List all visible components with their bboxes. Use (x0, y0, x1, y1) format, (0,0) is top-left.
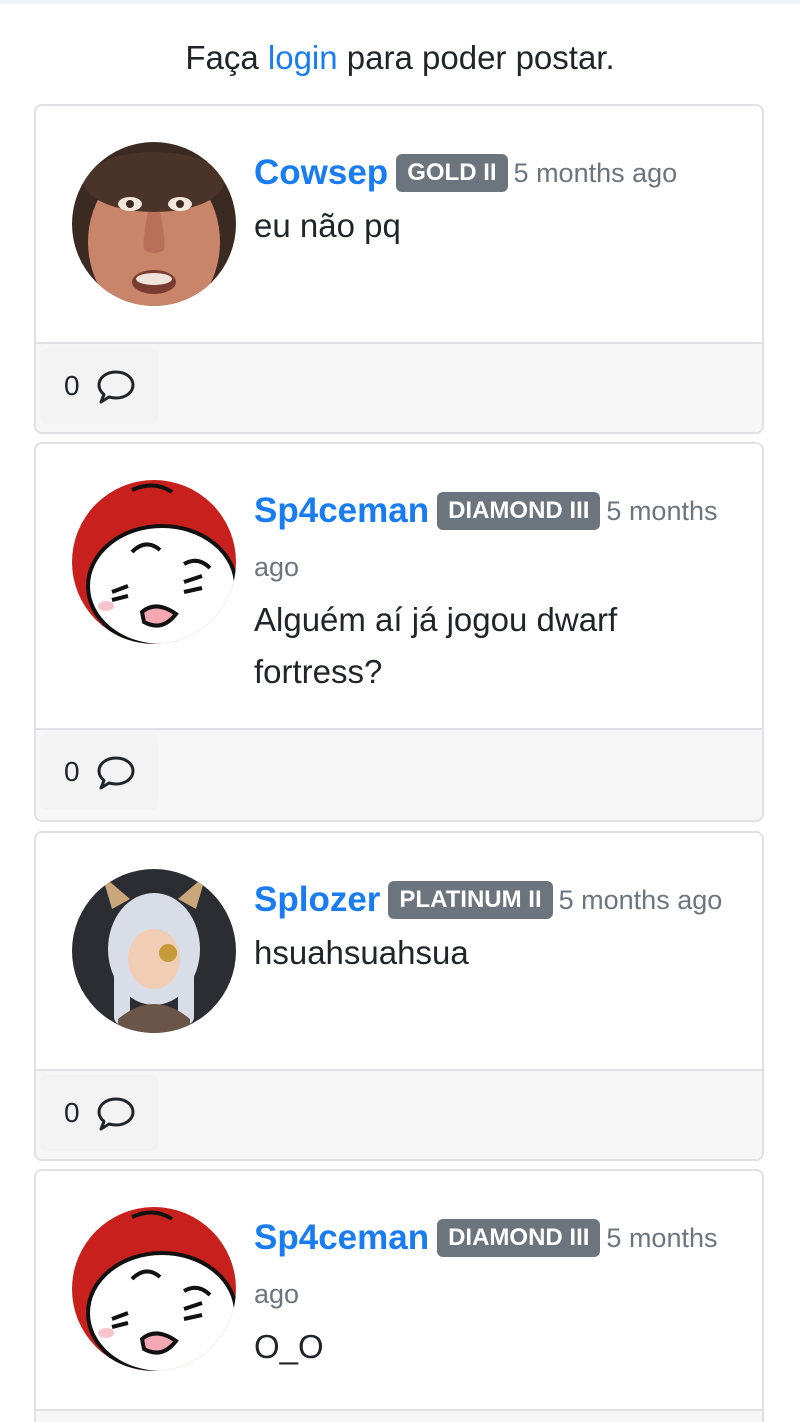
comment-count: 0 (64, 1097, 80, 1128)
username-link[interactable]: Sp4ceman (254, 491, 429, 530)
post-text: O_O (254, 1327, 324, 1365)
post-text: Alguém aí já jogou dwarf fortress? (254, 600, 618, 690)
login-link[interactable]: login (268, 39, 338, 76)
avatar[interactable] (72, 1207, 236, 1371)
avatar-cartoon-red-hood-icon (72, 480, 236, 644)
comments-button[interactable]: 0 (40, 734, 158, 810)
comment-count: 0 (64, 370, 80, 401)
comment-count: 0 (64, 756, 80, 787)
avatar-anime-character-icon (72, 869, 236, 1033)
avatar[interactable] (72, 142, 236, 306)
avatar-face-photo-icon (72, 142, 236, 306)
rank-badge: GOLD II (396, 153, 508, 192)
speech-bubble-icon (97, 756, 135, 790)
username-link[interactable]: Sp4ceman (254, 1218, 429, 1257)
top-bar (0, 0, 800, 4)
post-footer: 0 (36, 1069, 762, 1159)
post-body: Sp4ceman DIAMOND III 5 months ago Alguém a… (36, 444, 762, 732)
post-card: Sp4ceman DIAMOND III 5 months ago O_O (34, 1169, 764, 1422)
post-content: Sp4ceman DIAMOND III 5 months ago Alguém a… (254, 482, 724, 698)
post-body: Sp4ceman DIAMOND III 5 months ago O_O (36, 1171, 762, 1411)
username-link[interactable]: Splozer (254, 880, 380, 919)
login-prompt-text-after: para poder postar. (337, 39, 615, 76)
post-meta: Sp4ceman DIAMOND III 5 months ago (254, 482, 724, 594)
post-body: Splozer PLATINUM II 5 months ago hsuahsuah… (36, 833, 762, 1073)
login-prompt: Faça login para poder postar. (0, 36, 800, 80)
avatar-cartoon-red-hood-icon (72, 1207, 236, 1371)
avatar[interactable] (72, 869, 236, 1033)
username-link[interactable]: Cowsep (254, 153, 388, 192)
rank-badge: DIAMOND III (437, 491, 601, 530)
post-footer: 0 (36, 342, 762, 432)
post-content: Cowsep GOLD II 5 months ago eu não pq (254, 144, 724, 252)
post-time: 5 months ago (558, 884, 723, 915)
post-content: Splozer PLATINUM II 5 months ago hsuahsuah… (254, 871, 724, 979)
login-prompt-text-before: Faça (185, 39, 268, 76)
avatar[interactable] (72, 480, 236, 644)
speech-bubble-icon (97, 1097, 135, 1131)
rank-badge: DIAMOND III (437, 1218, 601, 1257)
post-meta: Sp4ceman DIAMOND III 5 months ago (254, 1209, 724, 1321)
post-meta: Splozer PLATINUM II 5 months ago (254, 871, 724, 927)
post-content: Sp4ceman DIAMOND III 5 months ago O_O (254, 1209, 724, 1373)
post-text: hsuahsuahsua (254, 933, 469, 971)
comments-button[interactable]: 0 (40, 1075, 158, 1151)
post-footer: 0 (36, 728, 762, 820)
post-card: Sp4ceman DIAMOND III 5 months ago Alguém a… (34, 442, 764, 822)
post-card: Cowsep GOLD II 5 months ago eu não pq 0 (34, 104, 764, 434)
post-time: 5 months ago (513, 157, 678, 188)
speech-bubble-icon (97, 370, 135, 404)
post-body: Cowsep GOLD II 5 months ago eu não pq (36, 106, 762, 346)
post-card: Splozer PLATINUM II 5 months ago hsuahsuah… (34, 831, 764, 1161)
post-meta: Cowsep GOLD II 5 months ago (254, 144, 724, 200)
post-text: eu não pq (254, 206, 401, 244)
rank-badge: PLATINUM II (388, 880, 553, 919)
comments-button[interactable]: 0 (40, 348, 158, 424)
post-footer (36, 1409, 762, 1422)
